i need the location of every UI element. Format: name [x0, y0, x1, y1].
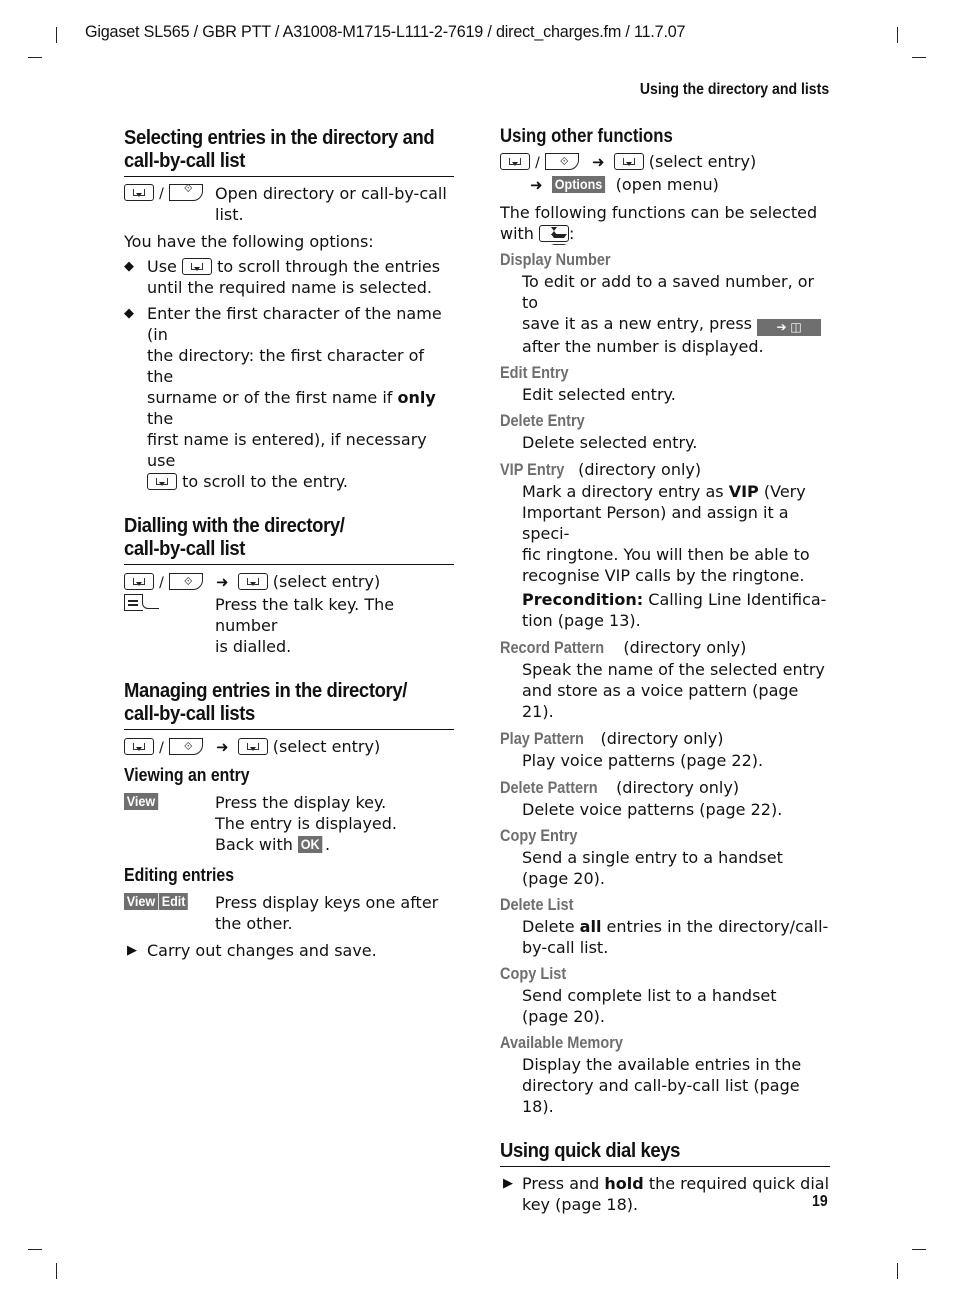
function-item: Copy Entry Send a single entry to a hand… [500, 827, 783, 888]
function-item: Display Number To edit or add to a saved… [500, 250, 830, 357]
control-key-down-icon [237, 573, 268, 590]
control-key-down-icon [237, 738, 268, 755]
action-step: ▶ Carry out changes and save. [124, 940, 454, 961]
triangle-right-icon: ▶ [127, 943, 137, 958]
crop-mark [897, 27, 898, 43]
control-key-down-icon [147, 473, 177, 490]
section-title: Dialling with the directory/ call-by-cal… [124, 514, 345, 560]
view-softkey: View [124, 893, 158, 910]
running-head: Using the directory and lists [639, 81, 829, 98]
functions-intro: The following functions can be selected … [500, 203, 818, 245]
key-sequence: / ⟐ ➜ (select entry) ➜ Options (open men… [500, 151, 830, 196]
action-step: ▶ Press and hold the required quick dial… [500, 1173, 830, 1215]
section-rule [124, 564, 454, 565]
arrow-right-icon: ➜ [592, 153, 605, 171]
talk-key-icon [124, 594, 159, 611]
crop-mark [56, 1263, 57, 1279]
list-item: ◆ Enter the first character of the name … [124, 304, 442, 491]
crop-mark [912, 1249, 926, 1250]
control-key-down-icon [613, 153, 644, 170]
section-rule [124, 176, 454, 177]
right-column: Using other functions / ⟐ ➜ (select entr… [500, 126, 830, 1215]
function-item: Edit Entry Edit selected entry. [500, 364, 676, 404]
open-directory-step: / ⟐ Open directory or call-by-call list. [124, 182, 454, 225]
section-managing: Managing entries in the directory/ call-… [124, 679, 454, 961]
view-step: View Press the display key. The entry is… [124, 792, 454, 855]
function-item: VIP Entry (directory only) Mark a direct… [500, 460, 827, 630]
function-item: Record Pattern (directory only) Speak th… [500, 638, 825, 721]
function-item: Delete Entry Delete selected entry. [500, 412, 698, 452]
arrow-right-icon: ➜ [216, 573, 229, 591]
section-selecting-entries: Selecting entries in the directory and c… [124, 126, 454, 492]
key-sequence: / ⟐ ➜ (select entry) [124, 736, 454, 759]
crop-mark [897, 1263, 898, 1279]
crop-mark [28, 57, 42, 58]
control-key-down-icon [181, 258, 212, 275]
left-column: Selecting entries in the directory and c… [124, 126, 454, 961]
triangle-right-icon: ▶ [503, 1176, 513, 1191]
section-other-functions: Using other functions / ⟐ ➜ (select entr… [500, 126, 830, 1117]
section-dialling: Dialling with the directory/ call-by-cal… [124, 514, 454, 657]
directory-key-icon: ⟐ [168, 738, 203, 755]
control-key-up-down-icon [539, 225, 570, 245]
function-item: Delete Pattern (directory only) Delete v… [500, 778, 783, 819]
options-softkey: Options [551, 176, 605, 193]
section-rule [124, 729, 454, 730]
directory-key-icon: ⟐ [544, 153, 579, 170]
section-title: Selecting entries in the directory and c… [124, 126, 435, 172]
save-to-directory-softkey: ➔ ◫ [757, 319, 822, 336]
section-title: Using other functions [500, 126, 673, 147]
view-softkey: View [124, 793, 158, 810]
function-item: Delete List Delete all entries in the di… [500, 896, 829, 957]
key-sequence: / ⟐ ➜ (select entry) [124, 571, 454, 594]
control-key-down-icon [500, 153, 530, 170]
arrow-right-icon: ➜ [216, 738, 229, 756]
crop-mark [28, 1249, 42, 1250]
directory-key-icon: ⟐ [168, 573, 203, 590]
section-title: Using quick dial keys [500, 1139, 681, 1162]
diamond-bullet-icon: ◆ [124, 259, 134, 274]
page-number: 19 [812, 1193, 828, 1210]
crop-mark [912, 57, 926, 58]
diamond-bullet-icon: ◆ [124, 306, 134, 321]
subsection-title: Editing entries [124, 865, 235, 885]
section-title: Managing entries in the directory/ call-… [124, 679, 408, 725]
section-rule [500, 1166, 830, 1167]
function-item: Available Memory Display the available e… [500, 1034, 802, 1116]
file-info-header: Gigaset SL565 / GBR PTT / A31008-M1715-L… [85, 22, 686, 41]
subsection-title: Viewing an entry [124, 765, 250, 785]
ok-softkey: OK [297, 836, 323, 853]
options-intro: You have the following options: [124, 232, 374, 251]
arrow-right-icon: ➜ [530, 176, 543, 194]
list-item: ◆ Use to scroll through the entries unti… [124, 257, 441, 297]
control-key-down-icon [124, 738, 154, 755]
crop-mark [56, 27, 57, 43]
control-key-down-icon [124, 573, 154, 590]
control-key-down-icon [124, 184, 154, 201]
edit-softkey: Edit [158, 893, 188, 910]
directory-key-icon: ⟐ [168, 182, 203, 201]
talk-key-step: Press the talk key. The number is dialled… [124, 594, 454, 657]
function-item: Copy List Send complete list to a handse… [500, 965, 777, 1026]
function-item: Play Pattern (directory only) Play voice… [500, 729, 764, 770]
edit-step: View Edit Press display keys one after the… [124, 892, 454, 934]
section-quick-dial: Using quick dial keys ▶ Press and hold t… [500, 1139, 830, 1215]
